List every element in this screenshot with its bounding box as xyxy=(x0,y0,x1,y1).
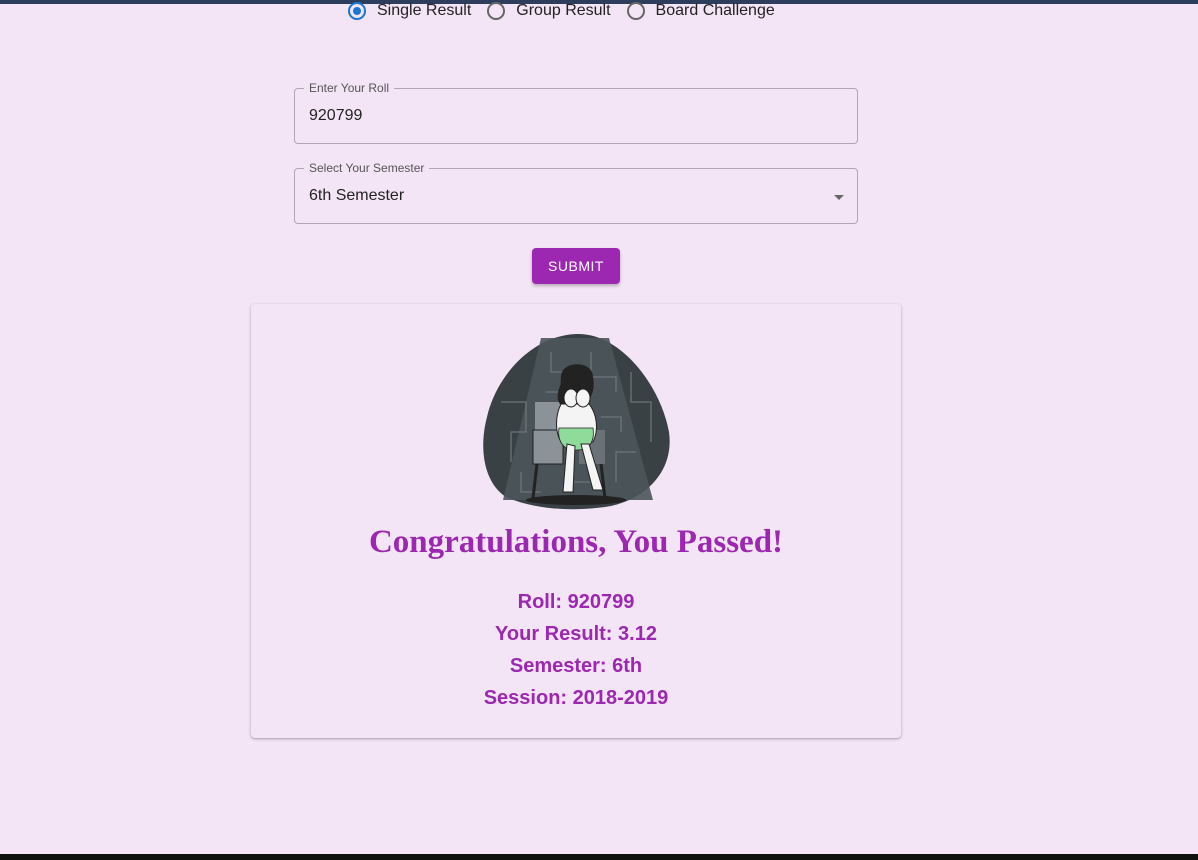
sad-girl-illustration xyxy=(483,333,670,510)
semester-select-label: Select Your Semester xyxy=(304,161,430,175)
result-semester: Semester: 6th xyxy=(509,655,643,677)
result-card: Congratulations, You Passed! Roll: 92079… xyxy=(251,304,901,738)
radio-label: Group Result xyxy=(516,2,611,19)
result-heading: Congratulations, You Passed! xyxy=(368,524,784,560)
roll-input-label: Enter Your Roll xyxy=(304,81,395,95)
radio-unchecked-icon[interactable] xyxy=(626,2,645,20)
roll-input[interactable]: Enter Your Roll 920799 xyxy=(294,81,858,144)
radio-unchecked-icon[interactable] xyxy=(487,2,506,20)
result-session: Session: 2018-2019 xyxy=(483,687,669,709)
chevron-down-icon[interactable] xyxy=(834,195,844,200)
radio-board-challenge[interactable]: Board Challenge xyxy=(626,2,775,20)
radio-label: Single Result xyxy=(377,2,472,19)
semester-select-value[interactable]: 6th Semester xyxy=(309,187,404,205)
submit-button[interactable]: SUBMIT xyxy=(532,248,620,284)
radio-checked-icon[interactable] xyxy=(348,2,366,20)
radio-single-result[interactable]: Single Result xyxy=(348,2,471,20)
radio-group-result[interactable]: Group Result xyxy=(487,2,611,20)
result-roll: Roll: 920799 xyxy=(517,591,635,613)
bottom-border xyxy=(0,854,1198,860)
result-type-radio-group: Single Result Group Result Board Challen… xyxy=(348,0,791,22)
roll-input-value[interactable]: 920799 xyxy=(309,107,362,125)
result-gpa: Your Result: 3.12 xyxy=(495,623,657,645)
radio-label: Board Challenge xyxy=(655,2,775,19)
semester-select[interactable]: Select Your Semester 6th Semester xyxy=(294,161,858,224)
